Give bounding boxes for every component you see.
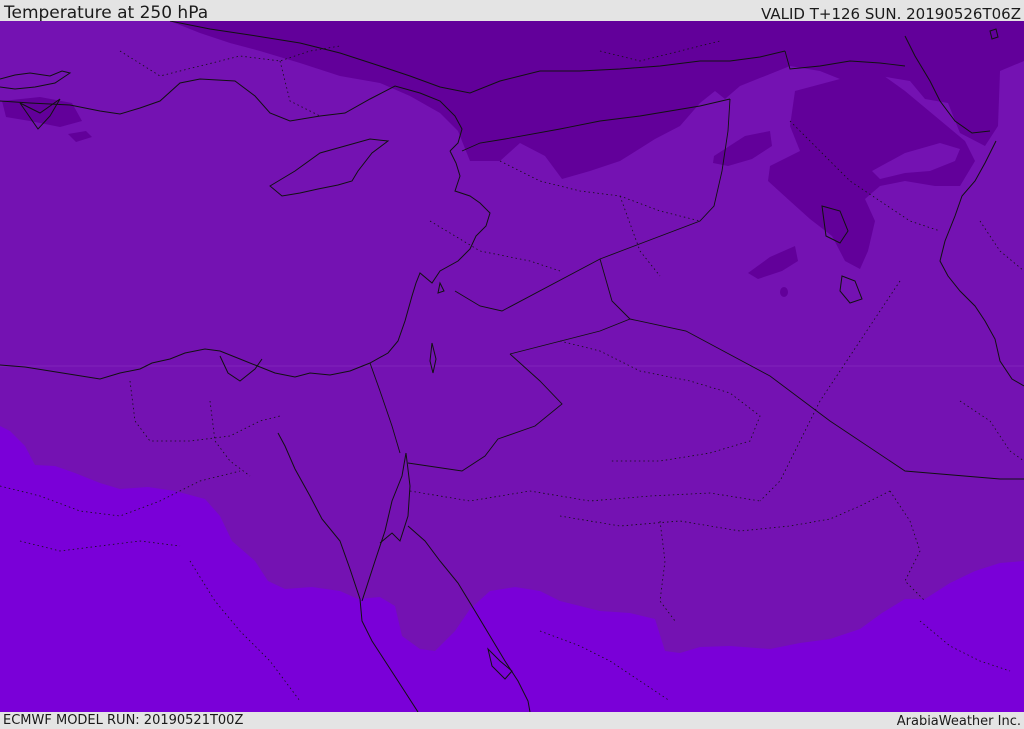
band-cold-patch-4	[780, 287, 788, 297]
map-title: Temperature at 250 hPa	[4, 3, 209, 23]
temperature-map[interactable]	[0, 21, 1024, 712]
header-bar: Temperature at 250 hPa VALID T+126 SUN. …	[0, 0, 1024, 23]
credit-label: ArabiaWeather Inc.	[896, 714, 1021, 729]
footer-bar: ECMWF MODEL RUN: 20190521T00Z ArabiaWeat…	[0, 712, 1024, 729]
model-run-label: ECMWF MODEL RUN: 20190521T00Z	[3, 713, 244, 728]
